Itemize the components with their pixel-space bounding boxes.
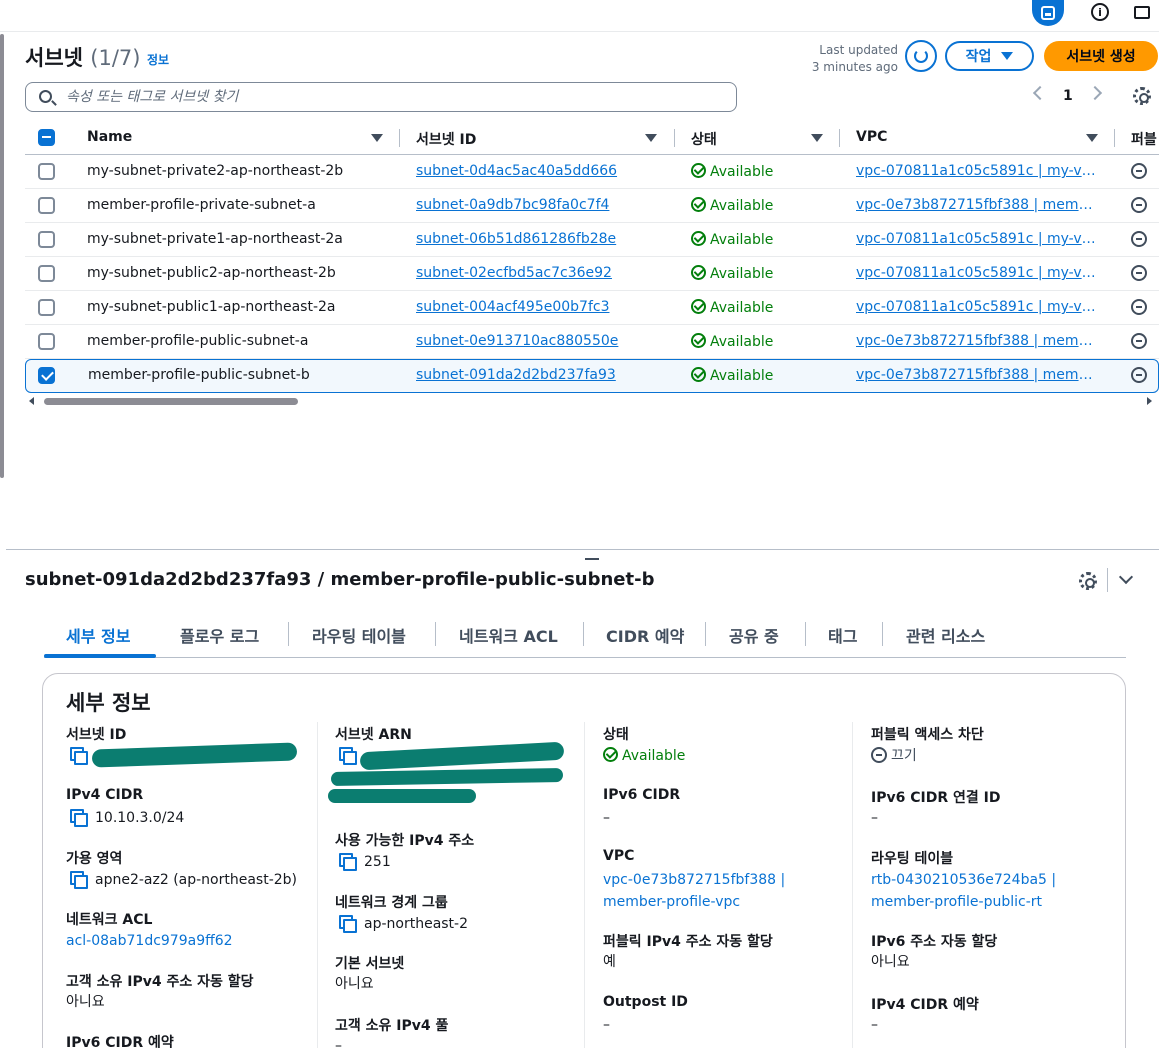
copy-icon[interactable] [339, 915, 357, 933]
page-title: 서브넷 (1/7) [25, 46, 141, 70]
row-checkbox[interactable] [38, 197, 55, 214]
next-page-icon[interactable] [1087, 85, 1103, 101]
col-state[interactable]: 상태 [691, 129, 717, 149]
table-settings-icon[interactable] [1133, 87, 1151, 105]
route-table-link[interactable]: rtb-0430210536e724ba5 | member-profile-pu… [871, 869, 1056, 913]
row-checkbox[interactable] [38, 333, 55, 350]
refresh-icon [914, 49, 928, 63]
resize-handle[interactable] [585, 558, 599, 560]
vpc-link[interactable]: vpc-0e73b872715fbf388 | member-profile-vp… [603, 869, 785, 913]
tab-flow-logs[interactable]: 플로우 로그 [180, 623, 259, 647]
split-divider [6, 549, 1159, 550]
search-box[interactable] [25, 82, 737, 112]
horizontal-scrollbar[interactable] [44, 398, 298, 405]
info-icon[interactable]: i [1084, 0, 1116, 24]
search-input[interactable] [66, 85, 726, 109]
table-row[interactable]: my-subnet-public1-ap-northeast-2a subnet… [25, 291, 1159, 325]
success-icon [603, 747, 618, 762]
selection-count: (1/7) [90, 46, 141, 70]
table-row-selected[interactable]: member-profile-public-subnet-b subnet-09… [25, 359, 1159, 393]
row-checkbox[interactable] [38, 231, 55, 248]
detail-settings-icon[interactable] [1079, 572, 1097, 590]
sort-vpc-icon[interactable] [1086, 134, 1098, 142]
scroll-right-icon[interactable] [1147, 397, 1152, 405]
success-icon [691, 197, 706, 212]
panel-toggle-icon[interactable] [1032, 0, 1064, 26]
table-row[interactable]: my-subnet-private2-ap-northeast-2b subne… [25, 155, 1159, 189]
copy-icon[interactable] [339, 747, 357, 765]
info-link[interactable]: 정보 [147, 51, 169, 68]
caret-down-icon [1001, 52, 1014, 60]
top-toolbar: i [0, 0, 1159, 32]
detail-title: subnet-091da2d2bd237fa93 / member-profil… [25, 569, 655, 590]
card-title: 세부 정보 [66, 691, 151, 715]
tab-cidr-reservations[interactable]: CIDR 예약 [606, 623, 684, 647]
copy-icon[interactable] [70, 747, 88, 765]
row-checkbox[interactable] [38, 163, 55, 180]
redacted-mark [328, 789, 476, 803]
success-icon [691, 367, 706, 382]
scroll-left-icon[interactable] [29, 397, 34, 405]
tab-sharing[interactable]: 공유 중 [729, 623, 779, 647]
prev-page-icon[interactable] [1032, 85, 1048, 101]
off-icon [1131, 163, 1147, 179]
create-subnet-button[interactable]: 서브넷 생성 [1044, 41, 1158, 71]
refresh-button[interactable] [905, 40, 937, 72]
table-row[interactable]: member-profile-public-subnet-a subnet-0e… [25, 325, 1159, 359]
tab-route-table[interactable]: 라우팅 테이블 [312, 623, 406, 647]
tab-network-acl[interactable]: 네트워크 ACL [459, 623, 558, 647]
tab-details[interactable]: 세부 정보 [66, 623, 130, 647]
sort-state-icon[interactable] [811, 134, 823, 142]
row-checkbox[interactable] [38, 299, 55, 316]
table-row[interactable]: my-subnet-private1-ap-northeast-2a subne… [25, 223, 1159, 257]
off-icon [1131, 265, 1147, 281]
tab-related-resources[interactable]: 관련 리소스 [906, 623, 985, 647]
success-icon [691, 163, 706, 178]
row-checkbox-checked[interactable] [38, 367, 55, 384]
table-header: Name 서브넷 ID 상태 VPC 퍼블 [25, 121, 1159, 155]
search-icon [39, 90, 52, 103]
row-checkbox[interactable] [38, 265, 55, 282]
col-subnet-id[interactable]: 서브넷 ID [416, 129, 476, 149]
table-row[interactable]: member-profile-private-subnet-a subnet-0… [25, 189, 1159, 223]
screen-icon[interactable] [1126, 0, 1158, 24]
table-row[interactable]: my-subnet-public2-ap-northeast-2b subnet… [25, 257, 1159, 291]
off-icon [1131, 367, 1147, 383]
copy-icon[interactable] [339, 853, 357, 871]
copy-icon[interactable] [70, 809, 88, 827]
off-icon [1131, 299, 1147, 315]
success-icon [691, 231, 706, 246]
copy-icon[interactable] [70, 871, 88, 889]
actions-button[interactable]: 작업 [945, 41, 1034, 71]
chevron-down-icon[interactable] [1118, 569, 1134, 585]
sort-id-icon[interactable] [645, 134, 657, 142]
sort-name-icon[interactable] [371, 134, 383, 142]
tab-tags[interactable]: 태그 [828, 623, 857, 647]
select-all-checkbox[interactable] [38, 129, 55, 146]
detail-tabs: 세부 정보 플로우 로그 라우팅 테이블 네트워크 ACL CIDR 예약 공유… [44, 618, 1126, 658]
col-name[interactable]: Name [87, 129, 132, 145]
vertical-scrollbar[interactable] [0, 34, 4, 478]
off-icon [871, 747, 887, 763]
off-icon [1131, 197, 1147, 213]
success-icon [691, 265, 706, 280]
success-icon [691, 299, 706, 314]
success-icon [691, 333, 706, 348]
off-icon [1131, 333, 1147, 349]
page-number[interactable]: 1 [1063, 88, 1073, 104]
nacl-link[interactable]: acl-08ab71dc979a9ff62 [66, 930, 233, 952]
col-vpc[interactable]: VPC [856, 129, 887, 145]
off-icon [1131, 231, 1147, 247]
col-public[interactable]: 퍼블 [1131, 129, 1157, 149]
last-updated: Last updated 3 minutes ago [811, 43, 898, 74]
